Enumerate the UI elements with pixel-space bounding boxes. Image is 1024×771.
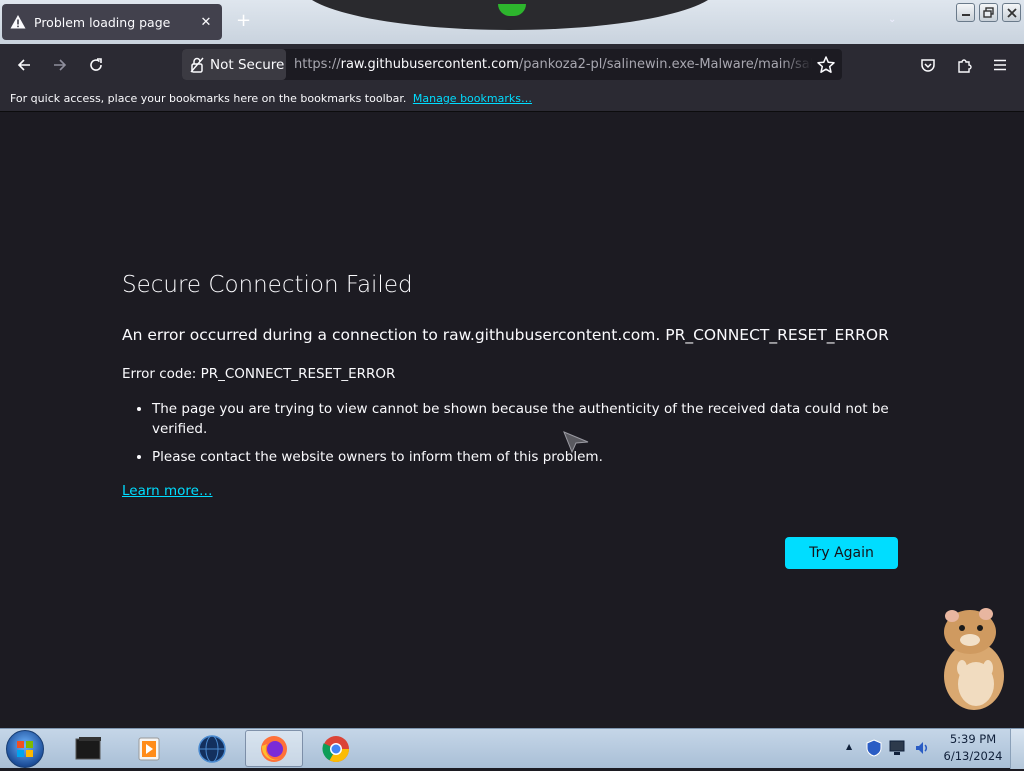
taskbar-app-terminal[interactable] <box>60 730 118 767</box>
taskbar-clock[interactable]: 5:39 PM 6/13/2024 <box>940 731 1006 765</box>
system-tray: ▲ <box>840 729 940 769</box>
bookmark-star-icon[interactable] <box>816 55 836 75</box>
tab-strip: Problem loading page ✕ + ⌄ <box>0 0 1024 44</box>
url-bar[interactable]: Not Secure https://raw.githubusercontent… <box>182 49 842 80</box>
close-icon <box>1006 7 1017 18</box>
taskbar-app-chrome[interactable] <box>307 730 365 767</box>
taskbar-app-firefox[interactable] <box>245 730 303 767</box>
url-path: /pankoza2-pl/salinewin.exe-Malware/main/… <box>518 57 812 72</box>
reload-button[interactable] <box>81 50 111 80</box>
chrome-icon <box>322 735 350 762</box>
restore-icon <box>983 7 994 18</box>
error-title: Secure Connection Failed <box>122 272 413 298</box>
network-icon[interactable] <box>888 739 908 757</box>
clock-time: 5:39 PM <box>949 732 997 746</box>
forward-arrow-icon <box>54 59 67 71</box>
forward-button[interactable] <box>45 50 75 80</box>
volume-icon[interactable] <box>914 739 932 757</box>
show-desktop-button[interactable] <box>1010 729 1024 769</box>
new-tab-button[interactable]: + <box>236 12 251 30</box>
menu-icon <box>994 59 1006 71</box>
page-content: Secure Connection Failed An error occurr… <box>0 112 1024 728</box>
terminal-icon <box>75 736 101 759</box>
list-item: Please contact the website owners to inf… <box>152 447 912 467</box>
tab-problem-loading-page[interactable]: Problem loading page ✕ <box>2 4 222 40</box>
url-host: raw.githubusercontent.com <box>340 57 519 72</box>
tab-title: Problem loading page <box>34 14 171 30</box>
media-player-icon <box>138 737 160 760</box>
error-code: Error code: PR_CONNECT_RESET_ERROR <box>122 366 396 382</box>
try-again-button[interactable]: Try Again <box>785 537 898 569</box>
hamster-sticker-icon <box>944 608 1004 710</box>
url-scheme: https:// <box>294 57 341 72</box>
broken-lock-icon <box>190 57 204 73</box>
restore-button[interactable] <box>979 3 998 22</box>
error-details-list: The page you are trying to view cannot b… <box>122 399 912 475</box>
learn-more-link[interactable]: Learn more… <box>122 483 213 499</box>
firefox-icon <box>261 735 287 762</box>
globe-icon <box>198 734 226 763</box>
tab-close-icon[interactable]: ✕ <box>198 15 214 30</box>
close-window-button[interactable] <box>1002 3 1021 22</box>
bookmarks-hint-text: For quick access, place your bookmarks h… <box>10 92 407 105</box>
extensions-button[interactable] <box>949 50 979 80</box>
taskbar-app-media-player[interactable] <box>120 730 178 767</box>
windows-logo-icon <box>17 741 33 757</box>
error-short-description: An error occurred during a connection to… <box>122 326 889 344</box>
back-button[interactable] <box>9 50 39 80</box>
manage-bookmarks-link[interactable]: Manage bookmarks… <box>413 92 532 105</box>
taskbar: ▲ 5:39 PM 6/13/2024 <box>0 728 1024 769</box>
warning-icon <box>10 15 26 29</box>
pocket-icon <box>921 59 935 72</box>
minimize-button[interactable] <box>956 3 975 22</box>
app-menu-button[interactable] <box>985 50 1015 80</box>
list-item: The page you are trying to view cannot b… <box>152 399 912 439</box>
pocket-button[interactable] <box>913 50 943 80</box>
url-fade <box>782 49 812 80</box>
start-button[interactable] <box>6 730 44 768</box>
url-text[interactable]: https://raw.githubusercontent.com/pankoz… <box>294 49 812 80</box>
show-hidden-icons-button[interactable]: ▲ <box>846 742 852 751</box>
navigation-toolbar: Not Secure https://raw.githubusercontent… <box>0 44 1024 86</box>
list-all-tabs-button[interactable]: ⌄ <box>888 14 896 25</box>
back-arrow-icon <box>17 59 30 71</box>
not-secure-indicator[interactable]: Not Secure <box>182 49 286 80</box>
clock-date: 6/13/2024 <box>943 749 1003 763</box>
extensions-icon <box>957 58 972 73</box>
minimize-icon <box>961 13 970 16</box>
reload-icon <box>90 58 102 71</box>
mouse-cursor-icon <box>563 431 589 454</box>
not-secure-label: Not Secure <box>210 56 285 73</box>
taskbar-app-browser-globe[interactable] <box>183 730 241 767</box>
security-shield-icon[interactable] <box>866 739 882 757</box>
bookmarks-toolbar: For quick access, place your bookmarks h… <box>0 86 1024 112</box>
